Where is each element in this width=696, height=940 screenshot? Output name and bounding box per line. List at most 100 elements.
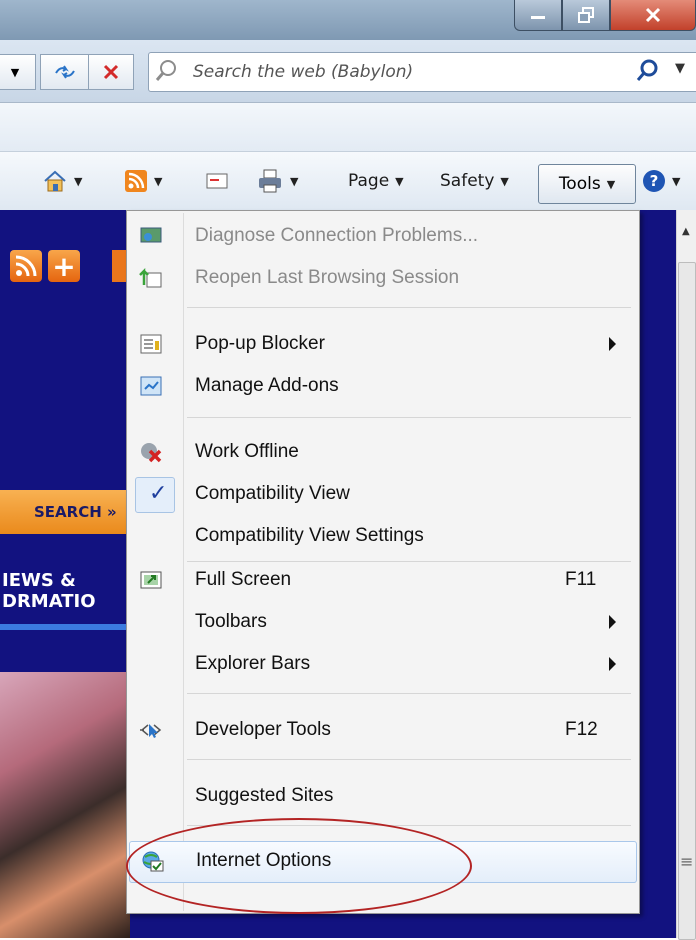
- navigation-bar: ▼ Search the web (Babylon) ▼: [0, 40, 696, 103]
- home-icon: [44, 170, 66, 192]
- news-heading-line2: DRMATIO: [2, 591, 96, 612]
- tools-menu: Diagnose Connection Problems... Reopen L…: [126, 210, 640, 914]
- address-dropdown-button[interactable]: ▼: [0, 54, 36, 90]
- printer-icon: [259, 169, 281, 193]
- menu-separator: [187, 307, 631, 308]
- search-icon: [155, 60, 176, 81]
- shortcut-label: F12: [565, 719, 598, 740]
- rss-glyph: [15, 255, 37, 277]
- caption-buttons: [514, 0, 696, 36]
- rss-icon: [125, 170, 147, 192]
- menu-item-suggested-sites[interactable]: Suggested Sites: [129, 777, 635, 817]
- menu-separator: [187, 693, 631, 694]
- menu-item-full-screen[interactable]: Full Screen F11: [129, 561, 635, 601]
- mail-icon: [206, 173, 228, 189]
- chevron-down-icon: ▼: [606, 177, 616, 191]
- scroll-up-icon[interactable]: ▲: [682, 226, 690, 237]
- page-menu-button[interactable]: Page ▼: [348, 164, 404, 198]
- search-box[interactable]: Search the web (Babylon) ▼: [148, 52, 696, 92]
- manage-addons-icon: [140, 376, 162, 396]
- scrollbar-thumb[interactable]: [678, 262, 696, 940]
- developer-tools-icon: [140, 724, 162, 738]
- menu-separator: [187, 417, 631, 418]
- menu-item-label: Compatibility View: [195, 483, 350, 504]
- chevron-down-icon: ▼: [395, 174, 404, 188]
- search-go-icon[interactable]: [635, 58, 661, 84]
- feeds-button[interactable]: ▼: [124, 164, 162, 198]
- popup-blocker-icon: [140, 334, 162, 354]
- menu-item-label: Reopen Last Browsing Session: [195, 267, 460, 288]
- favorites-bar: [0, 103, 696, 152]
- home-button[interactable]: ▼: [42, 164, 82, 198]
- close-icon: [645, 7, 661, 23]
- submenu-arrow-icon: [609, 657, 616, 671]
- work-offline-icon: [141, 443, 162, 463]
- submenu-arrow-icon: [609, 615, 616, 629]
- news-heading-line1: IEWS &: [2, 570, 76, 591]
- menu-item-label: Developer Tools: [195, 719, 331, 740]
- reopen-session-icon: [139, 267, 162, 288]
- menu-item-manage-addons[interactable]: Manage Add-ons: [129, 367, 635, 407]
- annotation-ellipse: [126, 818, 472, 914]
- checkmark-icon: ✓: [149, 481, 168, 506]
- menu-item-label: Explorer Bars: [195, 653, 311, 674]
- help-icon: ?: [643, 170, 665, 192]
- menu-item-developer-tools[interactable]: Developer Tools F12: [129, 711, 635, 751]
- safety-menu-label: Safety: [440, 171, 495, 191]
- menu-item-compatibility-view[interactable]: ✓ Compatibility View: [129, 475, 635, 515]
- shortcut-label: F11: [565, 569, 597, 590]
- menu-item-toolbars[interactable]: Toolbars: [129, 603, 635, 643]
- close-button[interactable]: [610, 0, 696, 31]
- chevron-down-icon: ▼: [74, 174, 83, 188]
- restore-icon: [578, 7, 594, 23]
- page-menu-label: Page: [348, 171, 390, 191]
- menu-item-work-offline[interactable]: Work Offline: [129, 433, 635, 473]
- chevron-down-icon: ▼: [500, 174, 509, 188]
- menu-item-label: Work Offline: [195, 441, 299, 462]
- chevron-down-icon: ▼: [672, 174, 681, 188]
- menu-item-label: Manage Add-ons: [195, 375, 339, 396]
- read-mail-button[interactable]: [204, 164, 230, 198]
- tools-menu-button[interactable]: Tools ▼: [538, 164, 636, 204]
- chevron-down-icon: ▼: [290, 174, 299, 188]
- command-bar: ▼ ▼ ▼ Page ▼ Safety ▼ Tools ▼ ? ▼: [0, 152, 696, 210]
- safety-menu-button[interactable]: Safety ▼: [440, 164, 509, 198]
- submenu-arrow-icon: [609, 337, 616, 351]
- divider: [0, 624, 130, 630]
- help-button[interactable]: ? ▼: [642, 164, 680, 198]
- minimize-icon: [531, 16, 545, 19]
- menu-item-label: Toolbars: [195, 611, 267, 632]
- refresh-icon: [55, 65, 75, 79]
- add-icon[interactable]: +: [48, 250, 80, 283]
- print-button[interactable]: ▼: [256, 164, 298, 198]
- full-screen-icon: [140, 571, 162, 589]
- stop-button[interactable]: [88, 54, 134, 90]
- menu-item-diagnose-connection[interactable]: Diagnose Connection Problems...: [129, 217, 635, 257]
- chevron-down-icon: ▼: [154, 174, 163, 188]
- menu-item-explorer-bars[interactable]: Explorer Bars: [129, 645, 635, 685]
- menu-item-label: Pop-up Blocker: [195, 333, 325, 354]
- menu-separator: [187, 759, 631, 760]
- menu-item-label: Compatibility View Settings: [195, 525, 424, 546]
- chevron-down-icon[interactable]: ▼: [675, 61, 685, 76]
- tools-menu-label: Tools: [558, 174, 601, 194]
- menu-item-label: Full Screen: [195, 569, 292, 590]
- menu-item-label: Suggested Sites: [195, 785, 334, 806]
- rss-icon[interactable]: [10, 250, 42, 282]
- minimize-button[interactable]: [514, 0, 562, 31]
- svg-text:?: ?: [650, 172, 659, 190]
- refresh-button[interactable]: [40, 54, 90, 90]
- menu-item-popup-blocker[interactable]: Pop-up Blocker: [129, 325, 635, 365]
- page-search-button[interactable]: SEARCH »: [34, 503, 117, 521]
- network-diagnose-icon: [140, 227, 162, 243]
- checkmark-highlight: ✓: [135, 477, 175, 513]
- stop-icon: [103, 64, 119, 80]
- graduation-photo: [0, 672, 130, 938]
- news-heading: IEWS & DRMATIO: [2, 570, 96, 612]
- menu-item-reopen-session[interactable]: Reopen Last Browsing Session: [129, 259, 635, 299]
- menu-item-label: Diagnose Connection Problems...: [195, 225, 479, 246]
- restore-button[interactable]: [562, 0, 610, 31]
- menu-item-compatibility-settings[interactable]: Compatibility View Settings: [129, 517, 635, 557]
- chevron-down-icon: ▼: [10, 65, 20, 79]
- search-input[interactable]: Search the web (Babylon): [193, 62, 413, 82]
